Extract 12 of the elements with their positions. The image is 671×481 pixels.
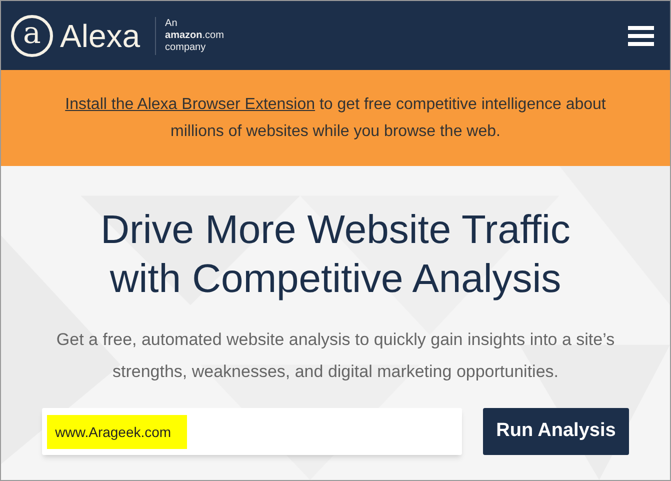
banner-text: Install the Alexa Browser Extension to get free competitive intelligence about millions of websites while you browse the web. (64, 95, 607, 142)
hero-title: Drive More Website Traffic with Competitive Analysis (100, 207, 572, 303)
run-analysis-button[interactable]: Run Analysis (483, 408, 629, 455)
tagline-text: company (165, 42, 207, 54)
extension-link[interactable]: Install the Alexa Browser Extension (65, 96, 316, 113)
url-field[interactable]: www.Arageek.com (47, 414, 188, 448)
tagline-text: An (165, 18, 178, 30)
logo-mark: a (11, 14, 53, 56)
menu-button[interactable] (628, 26, 654, 46)
hero-subtitle: Get a free, automated website analysis to quickly gain insights into a site’s strengths, weaknesses, and digital marketing opportunities. (55, 329, 616, 383)
logo-name: Alexa (60, 20, 140, 52)
tagline-text: amazon.com (165, 30, 224, 42)
